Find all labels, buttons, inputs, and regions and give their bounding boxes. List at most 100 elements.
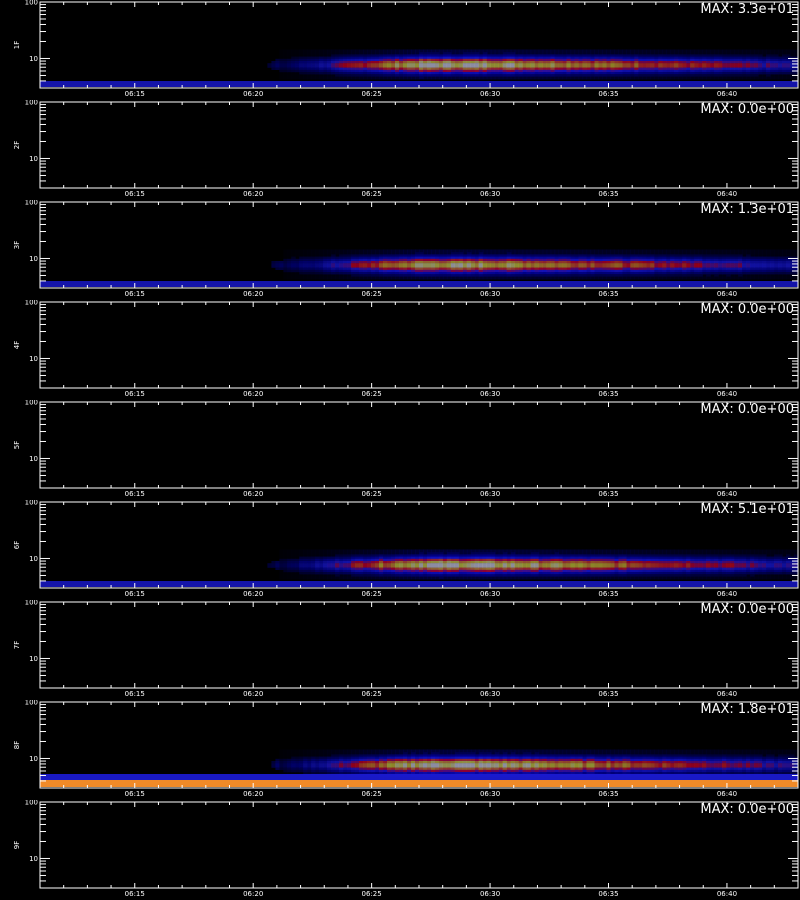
heat-halo: [419, 549, 424, 580]
heat-halo: [738, 49, 743, 80]
heat-halo: [327, 49, 332, 80]
heat-halo: [662, 49, 667, 80]
heat-halo: [786, 49, 791, 80]
heat-halo: [586, 49, 592, 80]
heat-halo: [638, 249, 643, 280]
heat-halo: [446, 249, 452, 280]
heat-halo: [442, 249, 448, 280]
x-tick-label: 06:20: [243, 590, 263, 598]
x-tick-label: 06:25: [362, 290, 382, 298]
heat-halo: [379, 249, 384, 280]
heat-halo: [778, 549, 783, 580]
max-label: MAX: 0.0e+00: [700, 402, 794, 417]
heat-halo: [438, 49, 444, 80]
heat-halo: [666, 249, 671, 280]
heat-halo: [490, 549, 496, 580]
y-tick-label: 10: [29, 655, 38, 663]
y-tick-label: 100: [25, 500, 38, 507]
panel-plot: 10 100 06:15 06:20 06:25 06:30 06:35 06:40 2F MAX…: [13, 100, 799, 198]
heat-halo: [574, 549, 580, 580]
heat-halo: [478, 249, 484, 280]
heat-halo: [650, 549, 655, 580]
heat-halo: [379, 549, 384, 580]
heat-halo: [331, 549, 336, 580]
heat-halo: [550, 249, 556, 280]
heat-halo: [375, 49, 380, 80]
heat-halo: [387, 549, 392, 580]
heat-halo: [526, 249, 532, 280]
heat-halo: [403, 49, 408, 80]
heat-halo: [654, 49, 659, 80]
max-label: MAX: 0.0e+00: [700, 302, 794, 317]
x-tick-label: 06:30: [480, 690, 500, 698]
heat-halo: [742, 49, 747, 80]
heat-halo: [363, 549, 368, 580]
heat-halo: [662, 249, 667, 280]
heat-halo: [351, 49, 356, 80]
x-tick-label: 06:25: [362, 390, 382, 398]
heat-halo: [754, 549, 759, 580]
heat-cell: [271, 765, 276, 768]
plot-frame: [39, 601, 799, 689]
heat-halo: [450, 249, 456, 280]
heat-halo: [618, 49, 623, 80]
heat-halo: [754, 49, 759, 80]
heat-halo: [730, 249, 735, 280]
heat-halo: [403, 249, 408, 280]
heat-halo: [407, 549, 412, 580]
heat-halo: [474, 49, 480, 80]
heat-halo: [359, 49, 364, 80]
heat-halo: [610, 249, 615, 280]
heat-halo: [614, 249, 619, 280]
y-tick-label: 100: [25, 0, 38, 7]
heat-cell: [279, 261, 284, 264]
heat-halo: [395, 49, 400, 80]
heat-halo: [622, 249, 627, 280]
heat-halo: [606, 249, 611, 280]
heat-halo: [682, 249, 687, 280]
heat-halo: [423, 249, 428, 280]
heat-layer: [40, 49, 799, 87]
heat-halo: [758, 549, 763, 580]
heat-halo: [299, 249, 304, 280]
heat-halo: [786, 549, 791, 580]
heat-halo: [486, 549, 492, 580]
max-label: MAX: 1.3e+01: [700, 202, 794, 217]
y-tick-label: 100: [25, 300, 38, 307]
heat-halo: [754, 249, 759, 280]
heat-halo: [630, 49, 635, 80]
heat-halo: [506, 249, 512, 280]
x-tick-label: 06:35: [598, 590, 618, 598]
heat-halo: [550, 49, 556, 80]
heat-halo: [411, 549, 416, 580]
heat-halo: [315, 249, 320, 280]
heat-halo: [574, 249, 580, 280]
heat-halo: [311, 549, 316, 580]
heat-halo: [387, 249, 392, 280]
heat-halo: [782, 549, 787, 580]
heat-halo: [718, 549, 723, 580]
heat-halo: [618, 249, 623, 280]
heat-halo: [387, 49, 392, 80]
heat-halo: [399, 49, 404, 80]
heat-halo: [283, 249, 288, 280]
y-axis-label: 3F: [13, 241, 21, 249]
heat-halo: [403, 549, 408, 580]
heat-halo: [446, 49, 452, 80]
heat-halo: [586, 249, 592, 280]
panel-plot: 10 100 06:15 06:20 06:25 06:30 06:35 06:40 3F MAX…: [13, 200, 799, 298]
heat-cell: [271, 63, 276, 66]
heat-cell: [275, 265, 280, 268]
heat-halo: [391, 549, 396, 580]
heat-halo: [582, 49, 588, 80]
heat-halo: [343, 549, 348, 580]
heat-halo: [546, 549, 552, 580]
panel-plot: 1010006:15 06:20 06:25 06:30 06:35 06:408FMAX…: [13, 700, 799, 798]
heat-halo: [514, 49, 520, 80]
heat-halo: [466, 249, 472, 280]
heat-halo: [355, 549, 360, 580]
y-axis-label: 6F: [13, 541, 21, 549]
panel-plot: 10 100 06:15 06:20 06:25 06:30 06:35 06:40 5F MAX…: [13, 400, 799, 498]
x-tick-label: 06:30: [480, 490, 500, 498]
heat-cell: [271, 563, 276, 566]
